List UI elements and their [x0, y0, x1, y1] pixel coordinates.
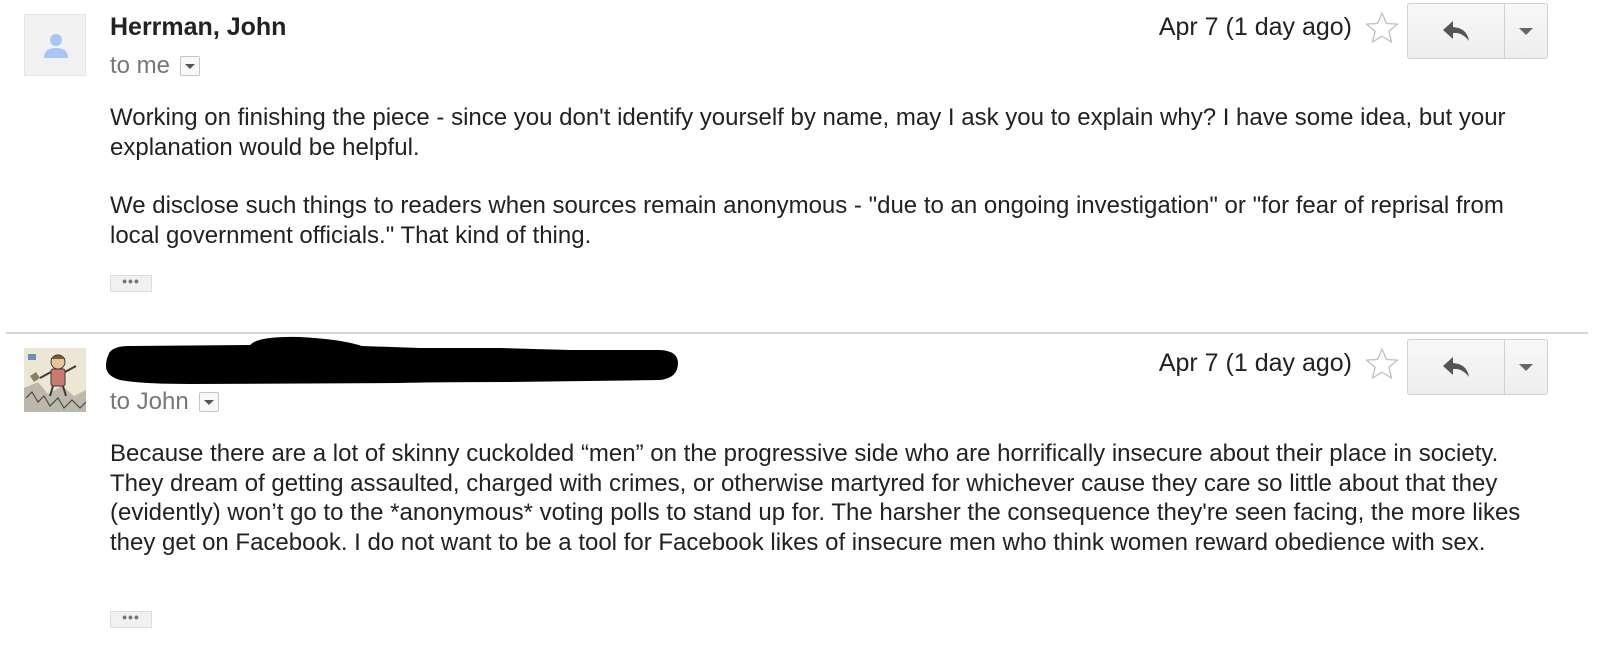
- reply-button-group: [1407, 339, 1548, 395]
- recipient-line: to me: [110, 52, 201, 80]
- recipient-line: to John: [110, 388, 219, 416]
- message-date: Apr 7 (1 day ago): [1158, 349, 1352, 377]
- reply-arrow-icon: [1443, 21, 1469, 41]
- message-paragraph: Because there are a lot of skinny cuckol…: [110, 440, 1521, 556]
- show-trimmed-content-button[interactable]: •••: [110, 610, 152, 628]
- comic-illustration-avatar: [24, 348, 86, 412]
- reply-arrow-icon: [1443, 357, 1469, 377]
- message-divider: [6, 332, 1588, 334]
- recipient-details-dropdown[interactable]: [180, 56, 201, 76]
- more-options-button[interactable]: [1505, 4, 1547, 58]
- message-2: to John Apr 7 (1 day ago) Because there …: [0, 336, 1602, 666]
- default-person-icon: [44, 34, 68, 58]
- message-body: Working on finishing the piece - since y…: [110, 103, 1530, 250]
- message-paragraph: We disclose such things to readers when …: [110, 192, 1504, 249]
- message-body: Because there are a lot of skinny cuckol…: [110, 439, 1530, 557]
- show-trimmed-content-button[interactable]: •••: [110, 274, 152, 292]
- redacted-sender-name: [106, 336, 678, 384]
- star-outline-icon[interactable]: [1364, 346, 1400, 382]
- sender-name[interactable]: Herrman, John: [110, 13, 286, 42]
- star-outline-icon[interactable]: [1364, 10, 1400, 46]
- reply-button[interactable]: [1408, 340, 1505, 394]
- message-paragraph: Working on finishing the piece - since y…: [110, 104, 1506, 161]
- sender-avatar[interactable]: [24, 348, 86, 412]
- reply-button-group: [1407, 3, 1548, 59]
- message-date: Apr 7 (1 day ago): [1158, 13, 1352, 41]
- sender-avatar[interactable]: [24, 14, 86, 76]
- recipient-details-dropdown[interactable]: [198, 392, 219, 412]
- recipient-label: to me: [110, 52, 171, 79]
- reply-button[interactable]: [1408, 4, 1505, 58]
- email-thread: Herrman, John to me Apr 7 (1 day ago) Wo…: [0, 0, 1602, 666]
- recipient-label: to John: [110, 388, 189, 415]
- message-1: Herrman, John to me Apr 7 (1 day ago) Wo…: [0, 0, 1602, 330]
- more-options-button[interactable]: [1505, 340, 1547, 394]
